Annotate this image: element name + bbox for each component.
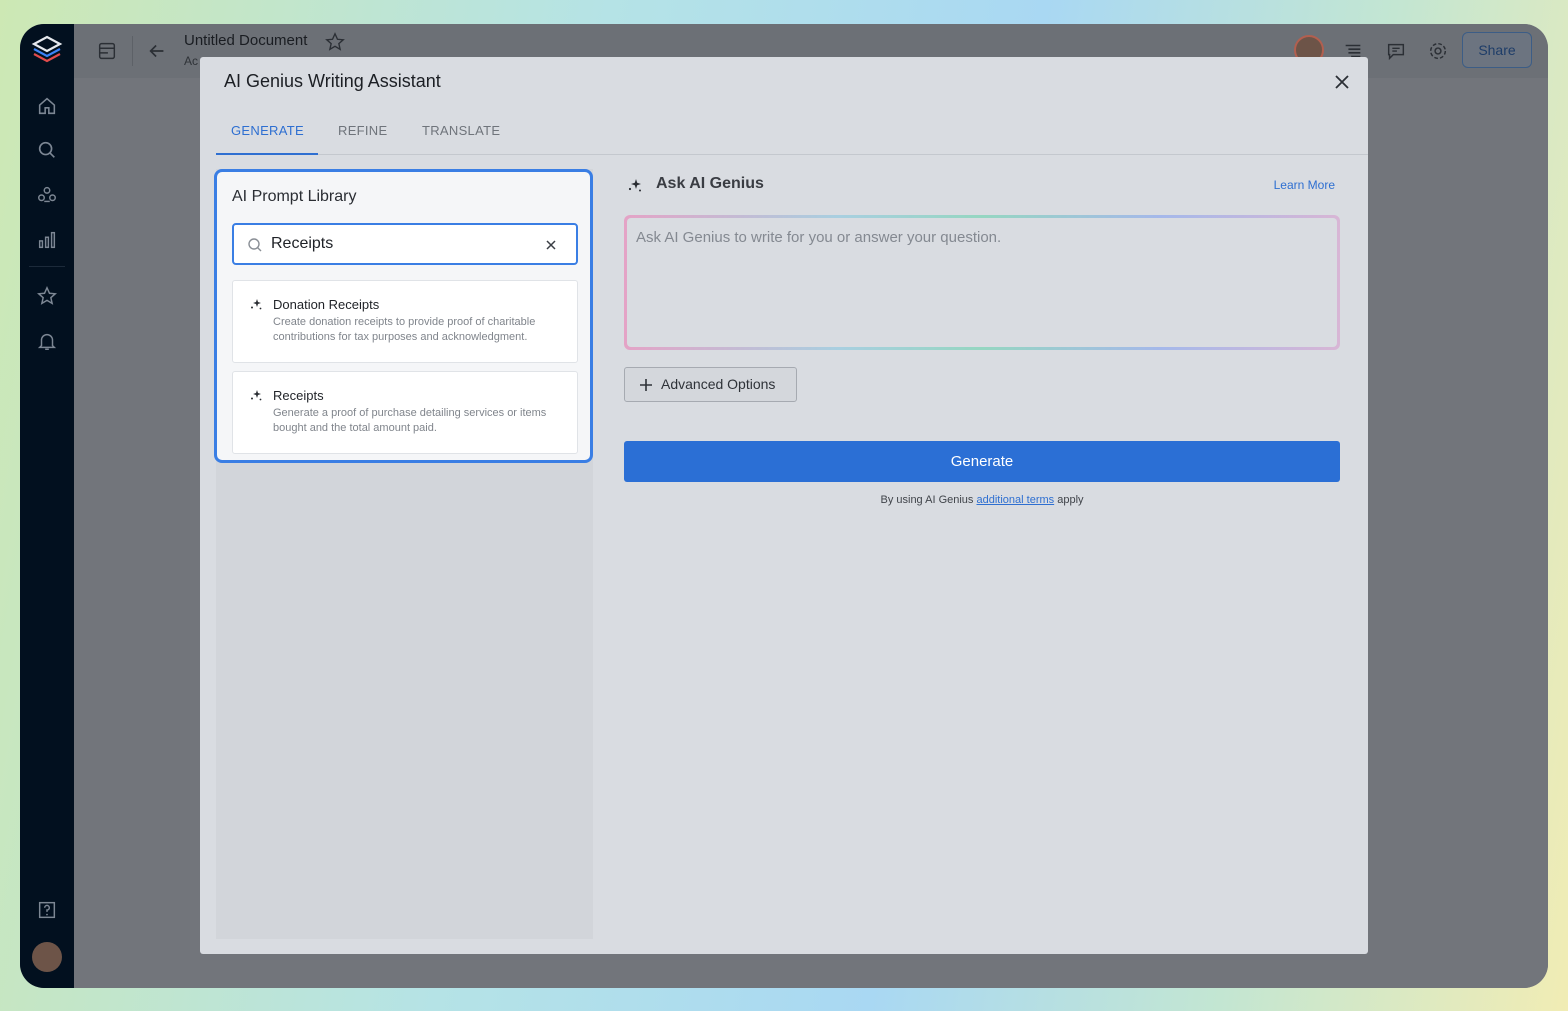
terms-prefix: By using AI Genius xyxy=(880,494,974,506)
sparkle-icon xyxy=(251,390,262,401)
team-icon[interactable] xyxy=(35,183,59,207)
result-title: Receipts xyxy=(273,388,324,403)
close-icon[interactable] xyxy=(1332,72,1352,92)
generate-button[interactable]: Generate xyxy=(624,441,1340,482)
prompt-textarea[interactable]: Ask AI Genius to write for you or answer… xyxy=(627,218,1337,347)
home-icon[interactable] xyxy=(35,94,59,118)
user-avatar[interactable] xyxy=(32,942,62,972)
terms-notice: By using AI Genius additional terms appl… xyxy=(624,494,1340,506)
library-search-input[interactable]: Receipts xyxy=(232,223,578,265)
search-value[interactable]: Receipts xyxy=(271,235,333,253)
tab-translate[interactable]: TRANSLATE xyxy=(422,123,500,138)
settings-gear-icon[interactable] xyxy=(1425,38,1451,64)
help-icon[interactable] xyxy=(35,898,59,922)
share-button[interactable]: Share xyxy=(1462,32,1532,68)
panel-toggle-icon[interactable] xyxy=(94,38,120,64)
toolbar-divider xyxy=(132,36,133,66)
tab-refine[interactable]: REFINE xyxy=(338,123,387,138)
learn-more-link[interactable]: Learn More xyxy=(1274,178,1335,192)
additional-terms-link[interactable]: additional terms xyxy=(977,494,1055,506)
ask-ai-title: Ask AI Genius xyxy=(656,175,764,192)
favorite-star-icon[interactable] xyxy=(322,29,348,55)
prompt-result-item[interactable]: Receipts Generate a proof of purchase de… xyxy=(232,371,578,454)
ai-genius-modal: AI Genius Writing Assistant GENERATE REF… xyxy=(200,57,1368,954)
star-icon[interactable] xyxy=(35,284,59,308)
modal-tabs: GENERATE REFINE TRANSLATE xyxy=(216,117,1368,155)
left-sidebar xyxy=(20,24,74,988)
nav-divider xyxy=(29,266,65,267)
terms-suffix: apply xyxy=(1057,494,1084,506)
result-title: Donation Receipts xyxy=(273,297,380,312)
document-subtitle: Ac xyxy=(184,54,199,68)
plus-icon xyxy=(640,379,652,391)
app-logo-icon[interactable] xyxy=(31,34,63,66)
modal-title: AI Genius Writing Assistant xyxy=(224,71,441,91)
prompt-result-item[interactable]: Donation Receipts Create donation receip… xyxy=(232,280,578,363)
document-title[interactable]: Untitled Document xyxy=(184,32,307,49)
comments-icon[interactable] xyxy=(1383,38,1409,64)
analytics-icon[interactable] xyxy=(35,228,59,252)
result-description: Generate a proof of purchase detailing s… xyxy=(273,407,547,434)
sparkle-icon xyxy=(251,299,262,310)
prompt-textarea-border: Ask AI Genius to write for you or answer… xyxy=(624,215,1340,350)
sparkle-icon xyxy=(628,179,641,192)
bell-icon[interactable] xyxy=(35,329,59,353)
search-icon xyxy=(248,238,262,252)
back-arrow-icon[interactable] xyxy=(144,38,170,64)
active-tab-indicator xyxy=(216,153,318,155)
tab-generate[interactable]: GENERATE xyxy=(231,123,304,138)
search-icon[interactable] xyxy=(35,138,59,162)
prompt-library-panel: AI Prompt Library Receipts Donation Rece… xyxy=(214,169,593,463)
library-title: AI Prompt Library xyxy=(232,188,357,205)
advanced-options-label: Advanced Options xyxy=(661,376,776,392)
result-description: Create donation receipts to provide proo… xyxy=(273,316,536,343)
advanced-options-button[interactable]: Advanced Options xyxy=(624,367,797,402)
clear-search-icon[interactable] xyxy=(544,238,558,252)
